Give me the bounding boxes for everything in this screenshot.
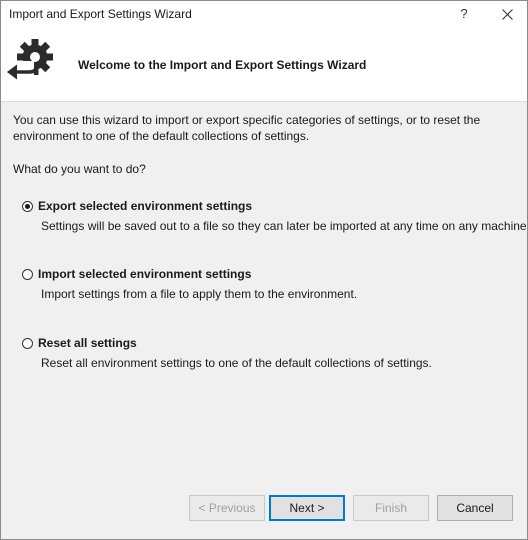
previous-button[interactable]: < Previous [189, 495, 265, 521]
help-button[interactable]: ? [449, 3, 479, 25]
option-label: Reset all settings [38, 336, 137, 350]
wizard-window: Import and Export Settings Wizard ? Welc… [0, 0, 528, 540]
title-bar: Import and Export Settings Wizard ? [1, 1, 527, 29]
close-icon [501, 8, 513, 20]
import-radio[interactable] [22, 268, 33, 280]
reset-radio[interactable] [22, 337, 33, 349]
option-description: Settings will be saved out to a file so … [41, 219, 528, 233]
export-radio[interactable] [22, 200, 33, 212]
window-title: Import and Export Settings Wizard [9, 7, 192, 21]
option-label: Export selected environment settings [38, 199, 253, 213]
intro-text: You can use this wizard to import or exp… [13, 113, 481, 143]
option-description: Import settings from a file to apply the… [41, 287, 358, 301]
finish-button[interactable]: Finish [353, 495, 429, 521]
option-description: Reset all environment settings to one of… [41, 356, 432, 370]
close-button[interactable] [491, 3, 523, 25]
option-import[interactable]: Import selected environment settings Imp… [22, 266, 512, 301]
wizard-header: Welcome to the Import and Export Setting… [1, 29, 527, 102]
option-reset[interactable]: Reset all settings Reset all environment… [22, 335, 512, 370]
cancel-button[interactable]: Cancel [437, 495, 513, 521]
option-label: Import selected environment settings [38, 267, 252, 281]
wizard-title: Welcome to the Import and Export Setting… [78, 58, 367, 72]
question-text: What do you want to do? [13, 162, 146, 176]
next-button[interactable]: Next > [269, 495, 345, 521]
gear-arrow-icon [7, 39, 53, 80]
option-export[interactable]: Export selected environment settings Set… [22, 198, 528, 233]
